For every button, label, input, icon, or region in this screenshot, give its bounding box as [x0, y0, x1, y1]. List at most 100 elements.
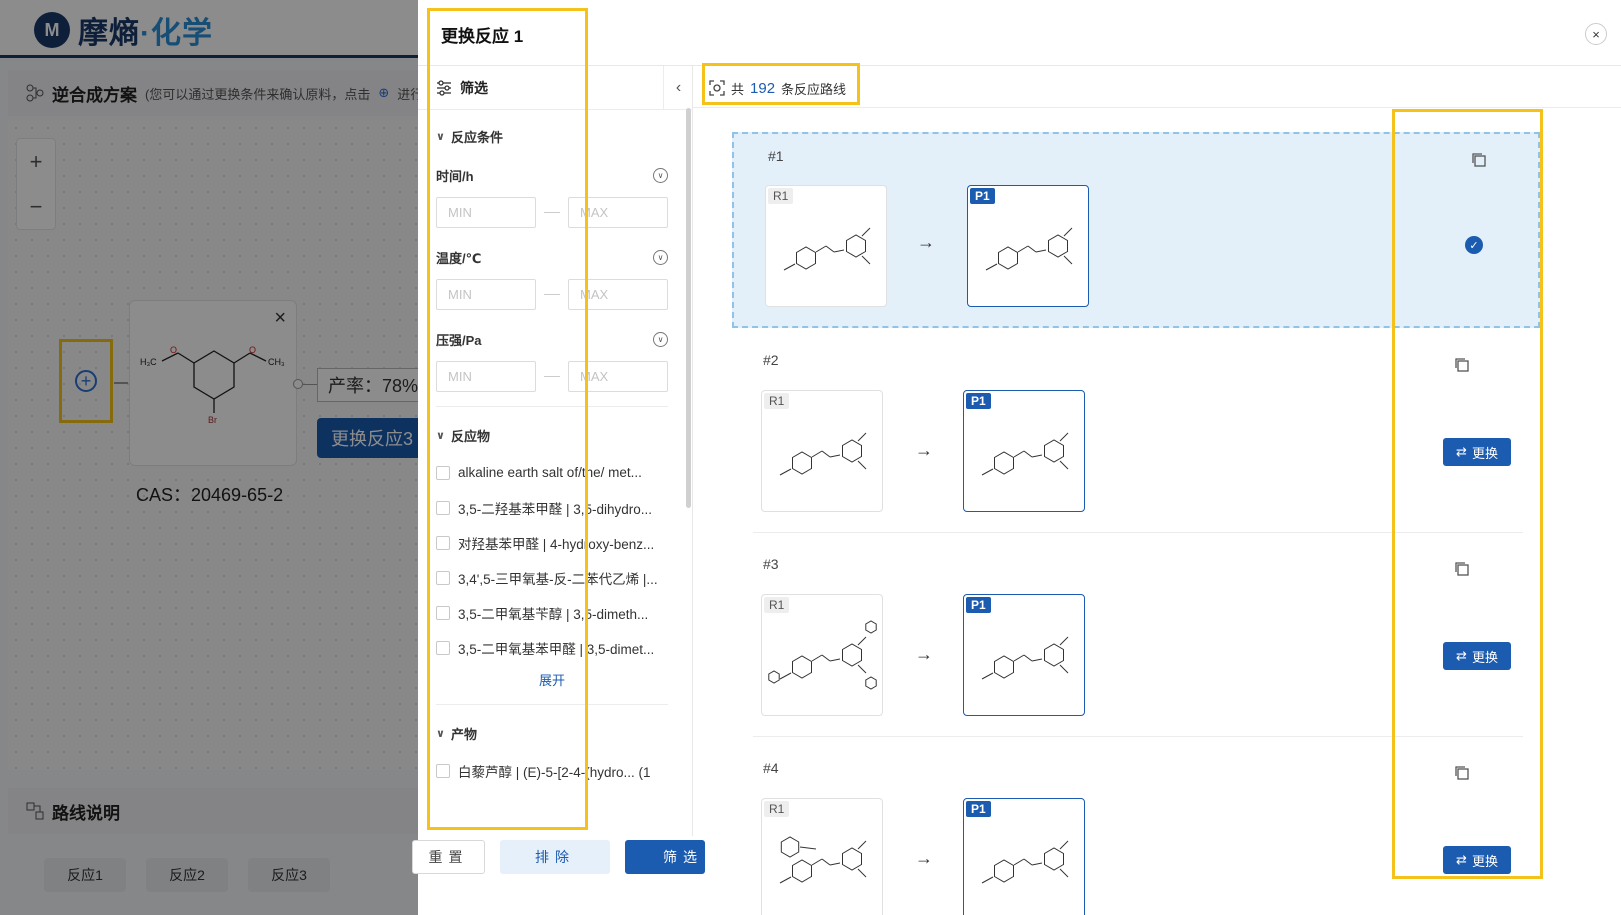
reactant-tag: R1 [764, 801, 790, 817]
reactant-tag: R1 [764, 597, 790, 613]
filter-sliders-icon [437, 79, 451, 96]
swap-icon: ⇄ [1456, 852, 1467, 867]
reset-button[interactable]: 重置 [412, 840, 485, 874]
swap-reaction-button[interactable]: ⇄ 更换 [1443, 642, 1511, 670]
reactant-option-label: 3,5-二羟基苯甲醛 | 3,5-dihydro... [458, 501, 653, 517]
swap-reaction-button[interactable]: ⇄ 更换 [1443, 438, 1511, 466]
group-reaction-conditions[interactable]: ∨ 反应条件 [436, 126, 668, 146]
reactant-structure[interactable]: R1 [761, 594, 883, 716]
swap-label: 更换 [1471, 649, 1498, 665]
count-suffix: 条反应路线 [781, 81, 847, 97]
route-id: #4 [763, 760, 779, 776]
copy-icon[interactable] [1471, 152, 1487, 168]
reactant-structure[interactable]: R1 [761, 390, 883, 512]
time-max-input[interactable]: MAX [568, 197, 668, 228]
chevron-circle-icon[interactable]: ∨ [653, 249, 668, 265]
route-card[interactable]: #4 R1 → P1 ⇄ 更换 [729, 746, 1537, 915]
molecule-structure-image [783, 227, 871, 271]
checkbox[interactable] [436, 500, 450, 515]
swap-reaction-button[interactable]: ⇄ 更换 [1443, 846, 1511, 874]
exclude-button[interactable]: 排除 [500, 840, 610, 874]
molecule-structure-image [779, 432, 867, 476]
field-pressure-label: 压强/Pa [436, 332, 482, 348]
copy-icon[interactable] [1454, 357, 1470, 373]
chevron-down-icon: ∨ [436, 429, 445, 442]
group-reactants[interactable]: ∨ 反应物 [436, 425, 668, 445]
reactant-tag: R1 [768, 188, 794, 204]
checkbox[interactable] [436, 570, 450, 585]
product-option-label: 白藜芦醇 | (E)-5-[2-4-(hydro... (1 [458, 764, 651, 780]
results-count: 共 192 条反应路线 [709, 74, 846, 102]
time-range: MIN MAX [436, 197, 668, 228]
field-temperature-label: 温度/℃ [436, 250, 482, 266]
reactant-structure[interactable]: R1 [761, 798, 883, 915]
product-tag: P1 [966, 597, 991, 613]
checkbox[interactable] [436, 535, 450, 550]
reactant-option[interactable]: alkaline earth salt of/the/ met... [436, 455, 668, 490]
field-time-label: 时间/h [436, 168, 474, 184]
count-number: 192 [750, 79, 776, 97]
swap-icon: ⇄ [1456, 444, 1467, 459]
molecule-structure-image [779, 836, 867, 884]
route-card[interactable]: #1 R1 → P1 ✓ [732, 132, 1540, 328]
molecule-structure-image [981, 636, 1069, 680]
chevron-circle-icon[interactable]: ∨ [653, 167, 668, 183]
expand-link[interactable]: 展开 [436, 670, 668, 690]
field-temperature: 温度/℃ ∨ [436, 247, 668, 267]
temperature-range: MIN MAX [436, 279, 668, 310]
route-id: #3 [763, 556, 779, 572]
swap-icon: ⇄ [1456, 648, 1467, 663]
swap-label: 更换 [1471, 853, 1498, 869]
product-structure[interactable]: P1 [963, 390, 1085, 512]
group-reactants-label: 反应物 [450, 428, 490, 444]
checkbox[interactable] [436, 640, 450, 655]
route-card[interactable]: #2 R1 → P1 ⇄ 更换 [729, 338, 1537, 534]
pressure-range: MIN MAX [436, 361, 668, 392]
filter-header: 筛选 ‹ [418, 66, 693, 110]
copy-icon[interactable] [1454, 765, 1470, 781]
filter-body: ∨ 反应条件 时间/h ∨ MIN MAX 温度/℃ ∨ MIN MAX 压强/… [436, 126, 668, 788]
molecule-structure-image [981, 840, 1069, 884]
product-structure[interactable]: P1 [963, 594, 1085, 716]
reactant-option[interactable]: 3,5-二甲氧基苄醇 | 3,5-dimeth... [436, 595, 668, 630]
route-id: #2 [763, 352, 779, 368]
reactant-option[interactable]: 3,5-二甲氧基苯甲醛 | 3,5-dimet... [436, 630, 668, 665]
product-structure[interactable]: P1 [963, 798, 1085, 915]
reactant-list: alkaline earth salt of/the/ met... 3,5-二… [436, 455, 668, 665]
product-structure[interactable]: P1 [967, 185, 1089, 307]
time-min-input[interactable]: MIN [436, 197, 536, 228]
replace-reaction-drawer: 更换反应 1 × 筛选 ‹ ∨ 反应条件 时间/h ∨ MIN MAX 温度/℃… [412, 0, 1621, 915]
molecule-structure-image [768, 620, 877, 690]
field-pressure: 压强/Pa ∨ [436, 329, 668, 349]
row-separator [753, 532, 1523, 533]
collapse-filter-button[interactable]: ‹ [663, 66, 693, 110]
reactant-structure[interactable]: R1 [765, 185, 887, 307]
temperature-min-input[interactable]: MIN [436, 279, 536, 310]
checkbox[interactable] [436, 465, 450, 480]
filter-scrollbar[interactable] [686, 108, 691, 508]
range-dash [544, 294, 560, 295]
divider [436, 406, 668, 407]
reactant-option-label: 对羟基苯甲醛 | 4-hydroxy-benz... [458, 536, 655, 552]
reactant-option[interactable]: 3,5-二羟基苯甲醛 | 3,5-dihydro... [436, 490, 668, 525]
pressure-max-input[interactable]: MAX [568, 361, 668, 392]
drawer-title: 更换反应 1 [441, 27, 524, 46]
product-option[interactable]: 白藜芦醇 | (E)-5-[2-4-(hydro... (1 [436, 753, 668, 788]
copy-icon[interactable] [1454, 561, 1470, 577]
reactant-option[interactable]: 3,4',5-三甲氧基-反-二苯代乙烯 |... [436, 560, 668, 595]
route-card[interactable]: #3 R1 → P1 ⇄ 更换 [729, 542, 1537, 738]
group-products-label: 产物 [450, 726, 477, 742]
reactant-option[interactable]: 对羟基苯甲醛 | 4-hydroxy-benz... [436, 525, 668, 560]
temperature-max-input[interactable]: MAX [568, 279, 668, 310]
checkbox[interactable] [436, 763, 450, 778]
filter-title: 筛选 [460, 79, 488, 96]
selected-check-icon: ✓ [1465, 236, 1483, 254]
reactant-tag: R1 [764, 393, 790, 409]
range-dash [544, 376, 560, 377]
close-drawer-button[interactable]: × [1585, 23, 1607, 45]
pressure-min-input[interactable]: MIN [436, 361, 536, 392]
chevron-circle-icon[interactable]: ∨ [653, 331, 668, 347]
reactant-option-label: 3,5-二甲氧基苯甲醛 | 3,5-dimet... [458, 641, 655, 657]
checkbox[interactable] [436, 605, 450, 620]
group-products[interactable]: ∨ 产物 [436, 723, 668, 743]
